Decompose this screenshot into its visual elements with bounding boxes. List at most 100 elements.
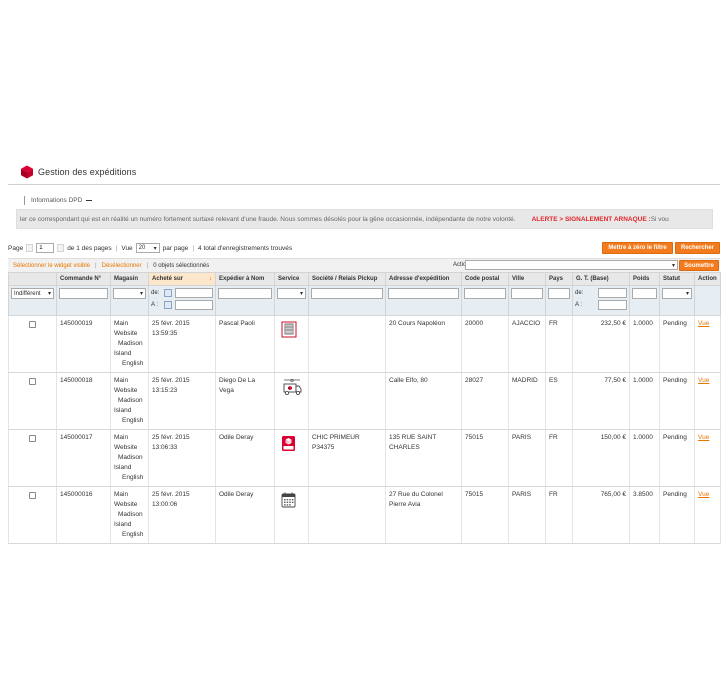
store-cell: Main Website Madison Island English <box>110 372 149 430</box>
page-number-input[interactable] <box>36 243 55 253</box>
page-label: Page <box>8 244 24 252</box>
col-header-weight[interactable]: Poids <box>629 272 660 286</box>
header-divider <box>8 184 720 185</box>
date-from-input[interactable] <box>175 288 213 298</box>
pickup-relay-icon <box>282 436 295 451</box>
submit-button[interactable]: Soumettre <box>679 260 719 271</box>
chevron-down-icon: ▾ <box>47 291 51 297</box>
order-number: 145000017 <box>56 429 111 487</box>
total-from-label: de: <box>575 290 584 296</box>
prev-page-icon[interactable] <box>26 244 34 252</box>
col-header-postcode[interactable]: Code postal <box>461 272 509 286</box>
col-header-city[interactable]: Ville <box>508 272 546 286</box>
view-link[interactable]: Vue <box>698 320 709 327</box>
chevron-down-icon: ▾ <box>139 291 143 297</box>
col-header-order[interactable]: Commande N° <box>56 272 111 286</box>
city: PARIS <box>508 486 546 544</box>
view-link[interactable]: Vue <box>698 434 709 441</box>
name-filter-input[interactable] <box>218 288 272 299</box>
view-link[interactable]: Vue <box>698 491 709 498</box>
col-header-service[interactable]: Service <box>274 272 309 286</box>
city: PARIS <box>508 429 546 487</box>
total-from-input[interactable] <box>598 288 627 298</box>
of-pages-text: de 1 des pages <box>67 244 112 252</box>
purchased-on: 25 févr. 2015 13:15:23 <box>148 372 216 430</box>
country-filter-input[interactable] <box>548 288 570 299</box>
purchased-on: 25 févr. 2015 13:00:06 <box>148 486 216 544</box>
date-to-input[interactable] <box>175 300 213 310</box>
notice-alert: ALERTE > SIGNALEMENT ARNAQUE : <box>531 215 651 223</box>
col-header-purchased-on[interactable]: Acheté sur ↓ <box>148 272 216 286</box>
ship-to-name: Diego De La Vega <box>215 372 275 430</box>
col-header-store[interactable]: Magasin <box>110 272 149 286</box>
search-button[interactable]: Rechercher <box>675 242 720 254</box>
calendar-icon[interactable] <box>164 289 172 297</box>
next-page-icon[interactable] <box>57 244 65 252</box>
service-cell <box>274 486 309 544</box>
table-row: 145000019 Main Website Madison Island En… <box>8 315 721 373</box>
country: FR <box>545 429 573 487</box>
calendar-icon[interactable] <box>164 301 172 309</box>
grand-total: 150,00 € <box>572 429 630 487</box>
tab-marker <box>24 196 25 205</box>
store-filter-select[interactable]: ▾ <box>113 288 146 299</box>
action-select[interactable]: ▾ <box>465 260 678 270</box>
deselect-link[interactable]: Désélectionner <box>102 263 142 269</box>
col-header-ship-to-name[interactable]: Expédier à Nom <box>215 272 275 286</box>
chevron-down-icon: ▾ <box>685 291 689 297</box>
selected-count: 0 objets sélectionnés <box>153 262 210 269</box>
service-filter-select[interactable]: ▾ <box>277 288 306 299</box>
date-to-label: A : <box>151 302 159 308</box>
col-header-country[interactable]: Pays <box>545 272 573 286</box>
calendar-icon <box>281 492 296 508</box>
mass-select-filter[interactable]: Indifférent ▾ <box>11 288 54 299</box>
row-checkbox[interactable] <box>29 321 36 328</box>
collapse-icon[interactable] <box>86 199 93 202</box>
company: CHIC PRIMEUR P34375 <box>308 429 386 487</box>
company <box>308 486 386 544</box>
col-header-purchased-on-label: Acheté sur <box>152 276 184 282</box>
purchased-on: 25 févr. 2015 13:59:35 <box>148 315 216 373</box>
address-filter-input[interactable] <box>388 288 459 299</box>
building-icon <box>281 321 297 338</box>
shipments-grid: Commande N° Magasin Acheté sur ↓ Expédie… <box>8 272 721 544</box>
shipping-address: 27 Rue du Colonel Pierre Avia <box>385 486 462 544</box>
row-checkbox[interactable] <box>29 435 36 442</box>
grand-total: 765,00 € <box>572 486 630 544</box>
city-filter-input[interactable] <box>511 288 543 299</box>
per-page-label: par page <box>162 244 189 252</box>
sort-arrow-icon: ↓ <box>209 276 212 282</box>
grand-total: 232,50 € <box>572 315 630 373</box>
postcode: 28027 <box>461 372 509 430</box>
reset-filter-button[interactable]: Mettre à zéro le filtre <box>602 242 673 254</box>
city: MADRID <box>508 372 546 430</box>
notice-text: ler ce correspondant qui est en réalité … <box>20 215 516 223</box>
status: Pending <box>659 486 695 544</box>
order-number: 145000016 <box>56 486 111 544</box>
shipping-address: 20 Cours Napoléon <box>385 315 462 373</box>
status-filter-select[interactable]: ▾ <box>662 288 692 299</box>
tab-informations-dpd[interactable]: Informations DPD <box>24 196 93 205</box>
select-visible-link[interactable]: Sélectionner le widget visible <box>13 263 90 269</box>
order-number: 145000018 <box>56 372 111 430</box>
per-page-select[interactable]: 20 ▾ <box>135 243 160 253</box>
col-header-action: Action <box>694 272 721 286</box>
weight: 1.0000 <box>629 315 660 373</box>
view-link[interactable]: Vue <box>698 377 709 384</box>
weight-filter-input[interactable] <box>632 288 657 299</box>
postcode-filter-input[interactable] <box>464 288 506 299</box>
massaction-bar: Sélectionner le widget visible | Désélec… <box>8 258 720 272</box>
order-filter-input[interactable] <box>59 288 108 299</box>
total-to-input[interactable] <box>598 300 627 310</box>
company <box>308 315 386 373</box>
col-header-company[interactable]: Société / Relais Pickup <box>308 272 386 286</box>
view-label: Vue <box>121 244 133 252</box>
row-checkbox[interactable] <box>29 378 36 385</box>
row-checkbox[interactable] <box>29 492 36 499</box>
company-filter-input[interactable] <box>311 288 383 299</box>
chevron-down-icon: ▾ <box>299 291 303 297</box>
col-header-grand-total[interactable]: G. T. (Base) <box>572 272 630 286</box>
ship-to-name: Odile Deray <box>215 486 275 544</box>
col-header-status[interactable]: Statut <box>659 272 695 286</box>
col-header-address[interactable]: Adresse d'expédition <box>385 272 462 286</box>
